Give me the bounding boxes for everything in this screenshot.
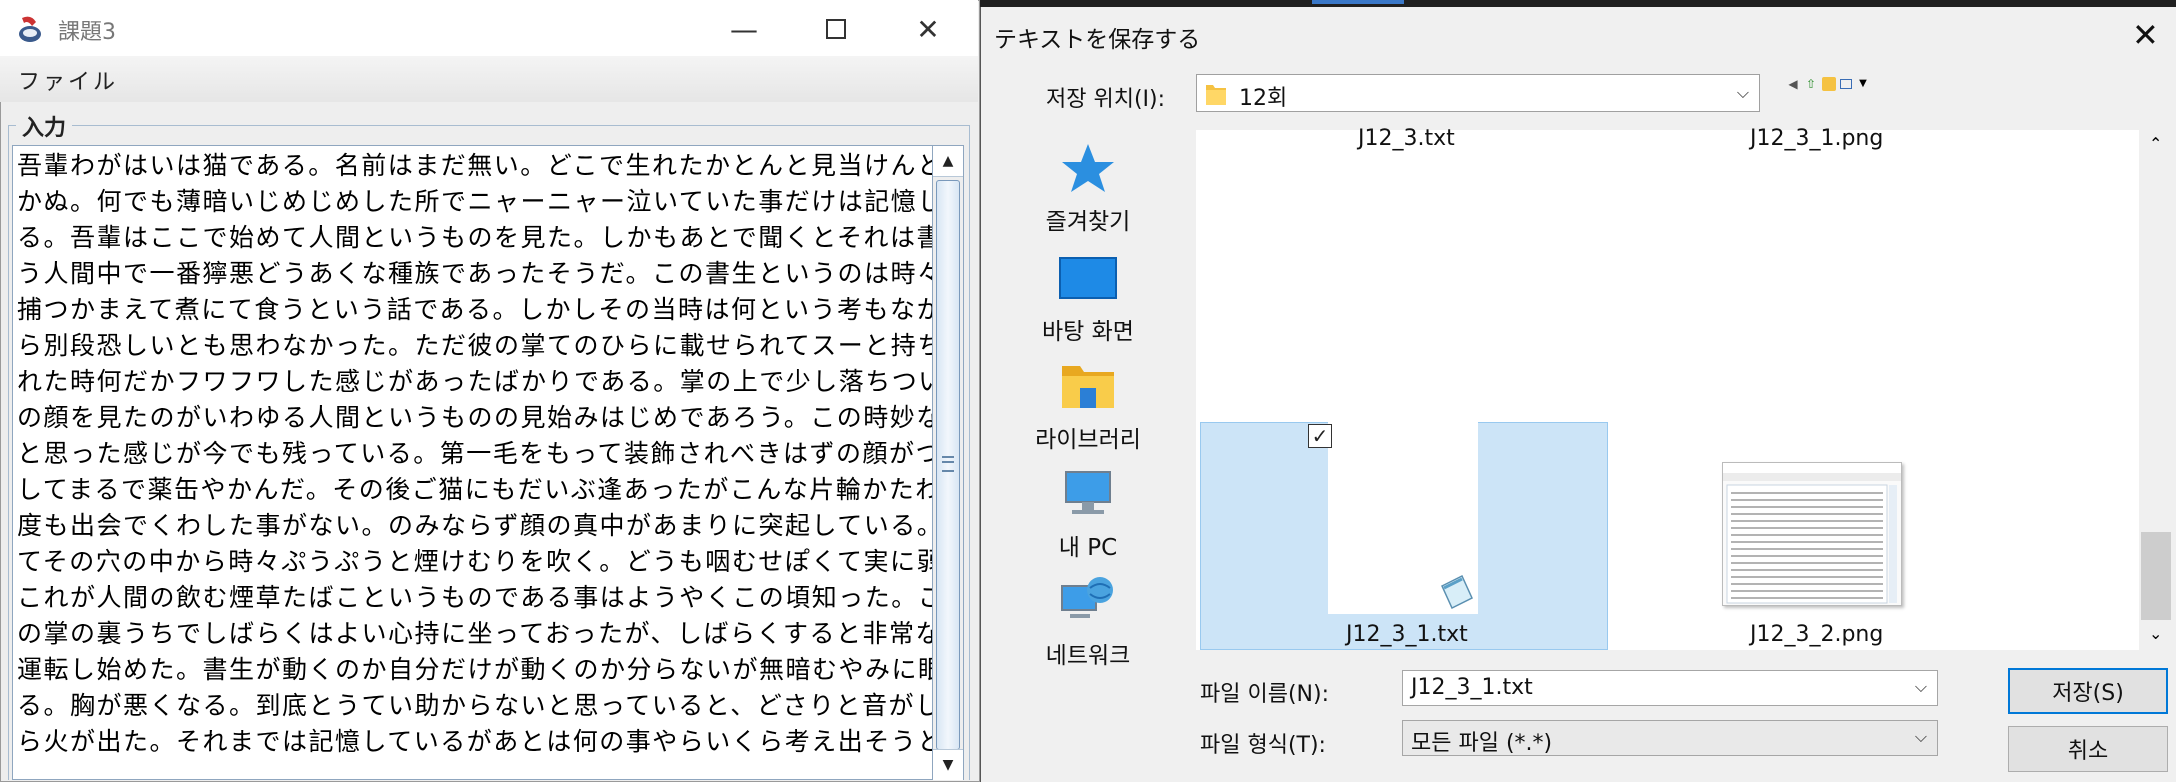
close-icon: ✕ [916,12,940,46]
place-network[interactable]: 네트워크 [1008,574,1168,670]
scroll-thumb[interactable] [2141,532,2171,620]
notepad-icon [1441,574,1473,610]
file-list-scrollbar[interactable]: ⌃ ⌄ [2139,130,2173,650]
chevron-down-icon: ⌵ [1736,83,1749,102]
minimize-button[interactable]: — [714,8,774,50]
place-this-pc[interactable]: 내 PC [1008,466,1168,562]
new-folder-icon[interactable] [1822,77,1836,91]
text-area[interactable]: 吾輩わがはいは猫である。名前はまだ無い。どこで生れたかとんと見当けんとうがつ か… [12,145,932,780]
image-thumbnail [1722,462,1902,606]
dialog-close-button[interactable]: ✕ [2132,16,2159,54]
up-folder-icon[interactable]: ⇧ [1804,77,1818,91]
file-item-label[interactable]: J12_3_1.txt [1346,622,1468,647]
place-label: 내 PC [1058,535,1118,561]
maximize-button[interactable] [806,8,866,50]
editor-title: 課題3 [58,20,116,45]
place-label: 즐겨찾기 [1045,209,1131,235]
chevron-down-icon[interactable]: ⌵ [1915,727,1927,747]
place-library[interactable]: 라이브러리 [1008,358,1168,454]
input-group-label: 入力 [16,110,73,142]
text-content: 吾輩わがはいは猫である。名前はまだ無い。どこで生れたかとんと見当けんとうがつ か… [17,151,932,756]
dialog-toolbar: ◀ ⇧ ▼ [1786,76,1870,92]
star-icon [1062,144,1114,192]
file-item-label[interactable]: J12_3.txt [1358,126,1455,151]
place-label: 바탕 화면 [1042,319,1134,345]
maximize-icon [826,19,846,39]
file-item-label[interactable]: J12_3_2.png [1750,622,1883,647]
java-app-icon [14,12,48,46]
file-item-label[interactable]: J12_3_1.png [1750,126,1883,151]
filename-input[interactable]: J12_3_1.txt ⌵ [1402,670,1938,706]
view-menu-icon[interactable] [1840,79,1852,89]
arrow-up-icon: ▲ [942,153,954,169]
place-label: 라이브러리 [1035,427,1141,453]
checkbox-icon[interactable]: ✓ [1308,424,1332,448]
menu-file[interactable]: ファイル [18,64,118,96]
desktop-icon [1059,257,1117,299]
place-desktop[interactable]: 바탕 화면 [1008,250,1168,346]
folder-icon [1206,85,1226,105]
chevron-down-icon[interactable]: ▼ [1856,77,1870,91]
chevron-up-icon[interactable]: ⌃ [2149,134,2162,153]
background-strip [980,0,2176,7]
place-label: 네트워크 [1045,643,1131,669]
grip-icon [942,456,954,472]
scroll-up-button[interactable]: ▲ [933,146,963,177]
chevron-down-icon[interactable]: ⌄ [2149,624,2162,643]
editor-vertical-scrollbar[interactable]: ▲ ▼ [932,145,964,780]
taskbar-indicator [1312,0,1404,4]
minimize-icon: — [730,12,758,46]
library-icon [1062,366,1114,408]
close-icon: ✕ [2132,16,2159,54]
back-icon[interactable]: ◀ [1786,77,1800,91]
filename-label: 파일 이름(N): [1200,682,1329,707]
lookin-combobox[interactable]: 12회 ⌵ [1196,74,1760,112]
menu-bar [0,56,978,102]
chevron-down-icon[interactable]: ⌵ [1915,677,1927,697]
filetype-label: 파일 형식(T): [1200,733,1326,758]
arrow-down-icon: ▼ [942,757,954,773]
filetype-select[interactable]: 모든 파일 (*.*) ⌵ [1402,720,1938,756]
lookin-label: 저장 위치(I): [1046,87,1166,112]
scroll-down-button[interactable]: ▼ [933,749,963,780]
filename-value: J12_3_1.txt [1411,675,1533,700]
screenshot-preview-icon [1723,463,1901,604]
close-button[interactable]: ✕ [898,8,958,50]
place-favorites[interactable]: 즐겨찾기 [1008,140,1168,236]
computer-icon [1065,471,1111,514]
scroll-thumb[interactable] [936,180,960,750]
dialog-title: テキストを保存する [994,27,1201,53]
cancel-button[interactable]: 취소 [2008,726,2168,772]
lookin-value: 12회 [1239,86,1288,111]
places-bar: 즐겨찾기 바탕 화면 라이브러리 내 PC 네트워크 [1008,130,1168,670]
network-icon [1061,577,1113,618]
save-button[interactable]: 저장(S) [2008,668,2168,714]
filetype-value: 모든 파일 (*.*) [1411,731,1553,756]
